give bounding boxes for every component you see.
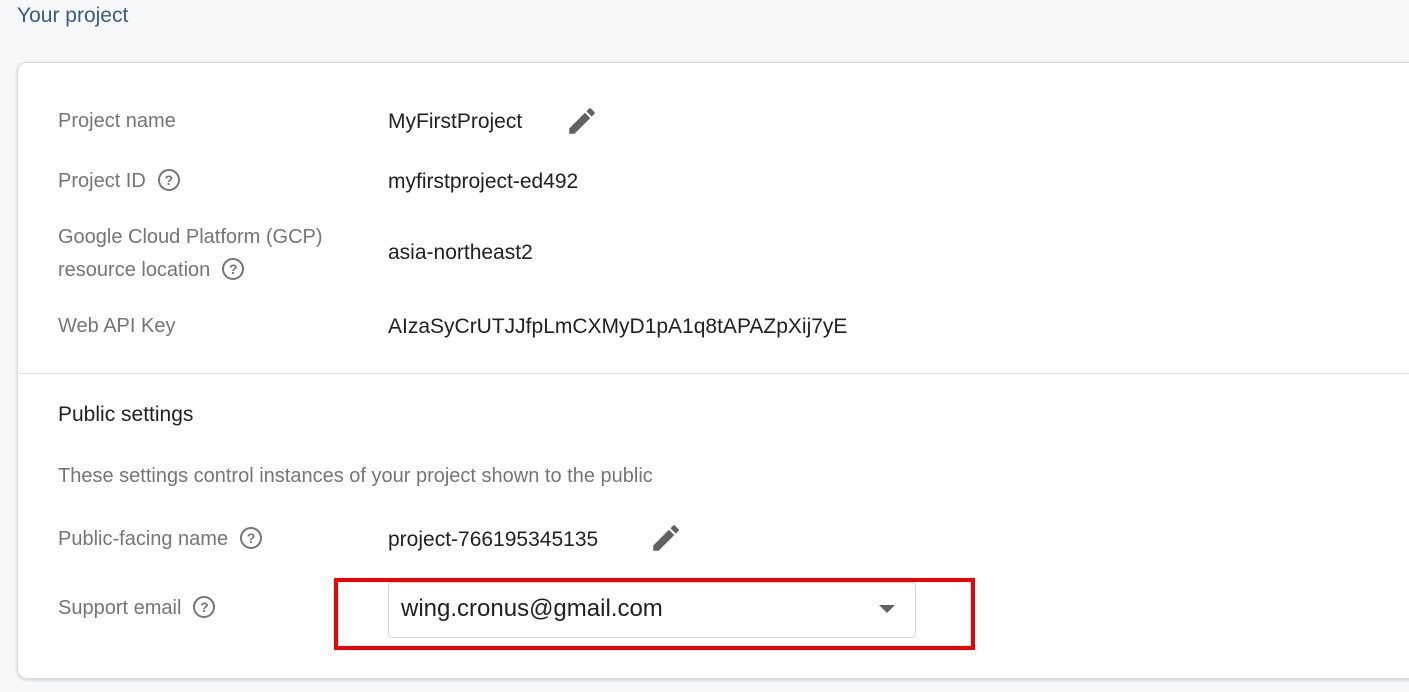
support-email-label-text: Support email xyxy=(58,597,182,619)
project-id-label: Project ID? xyxy=(58,165,180,198)
section-divider xyxy=(18,373,1409,374)
public-facing-name-label-text: Public-facing name xyxy=(58,528,229,550)
gcp-location-label-line1: Google Cloud Platform (GCP) xyxy=(58,226,323,248)
support-email-label: Support email? xyxy=(58,592,216,625)
web-api-key-label: Web API Key xyxy=(58,315,176,337)
support-email-select[interactable]: wing.cronus@gmail.com xyxy=(388,582,916,638)
gcp-location-label: Google Cloud Platform (GCP) resource loc… xyxy=(58,221,323,287)
support-email-value: wing.cronus@gmail.com xyxy=(401,595,663,622)
gcp-location-label-line2-row: resource location? xyxy=(58,254,323,287)
help-circle-icon[interactable]: ? xyxy=(240,526,263,549)
project-name-label: Project name xyxy=(58,110,176,132)
public-facing-name-label: Public-facing name? xyxy=(58,523,263,556)
help-circle-icon[interactable]: ? xyxy=(193,595,216,618)
gcp-location-label-line2: resource location xyxy=(58,259,211,281)
public-settings-description: These settings control instances of your… xyxy=(58,465,653,487)
edit-public-name-pencil-icon[interactable] xyxy=(649,521,683,555)
caret-down-icon xyxy=(879,605,895,613)
help-circle-icon[interactable]: ? xyxy=(157,168,180,191)
project-id-value: myfirstproject-ed492 xyxy=(388,170,579,193)
public-settings-title: Public settings xyxy=(58,403,194,426)
gcp-location-value: asia-northeast2 xyxy=(388,241,533,264)
help-circle-icon[interactable]: ? xyxy=(222,257,245,280)
public-facing-name-value: project-766195345135 xyxy=(388,528,599,551)
project-name-value: MyFirstProject xyxy=(388,110,523,133)
project-id-label-text: Project ID xyxy=(58,170,146,192)
page-title: Your project xyxy=(17,4,129,27)
edit-project-name-pencil-icon[interactable] xyxy=(565,104,599,138)
web-api-key-value: AIzaSyCrUTJJfpLmCXMyD1pA1q8tAPAZpXij7yE xyxy=(388,315,848,338)
project-settings-card: Project name MyFirstProject Project ID? … xyxy=(17,62,1409,679)
